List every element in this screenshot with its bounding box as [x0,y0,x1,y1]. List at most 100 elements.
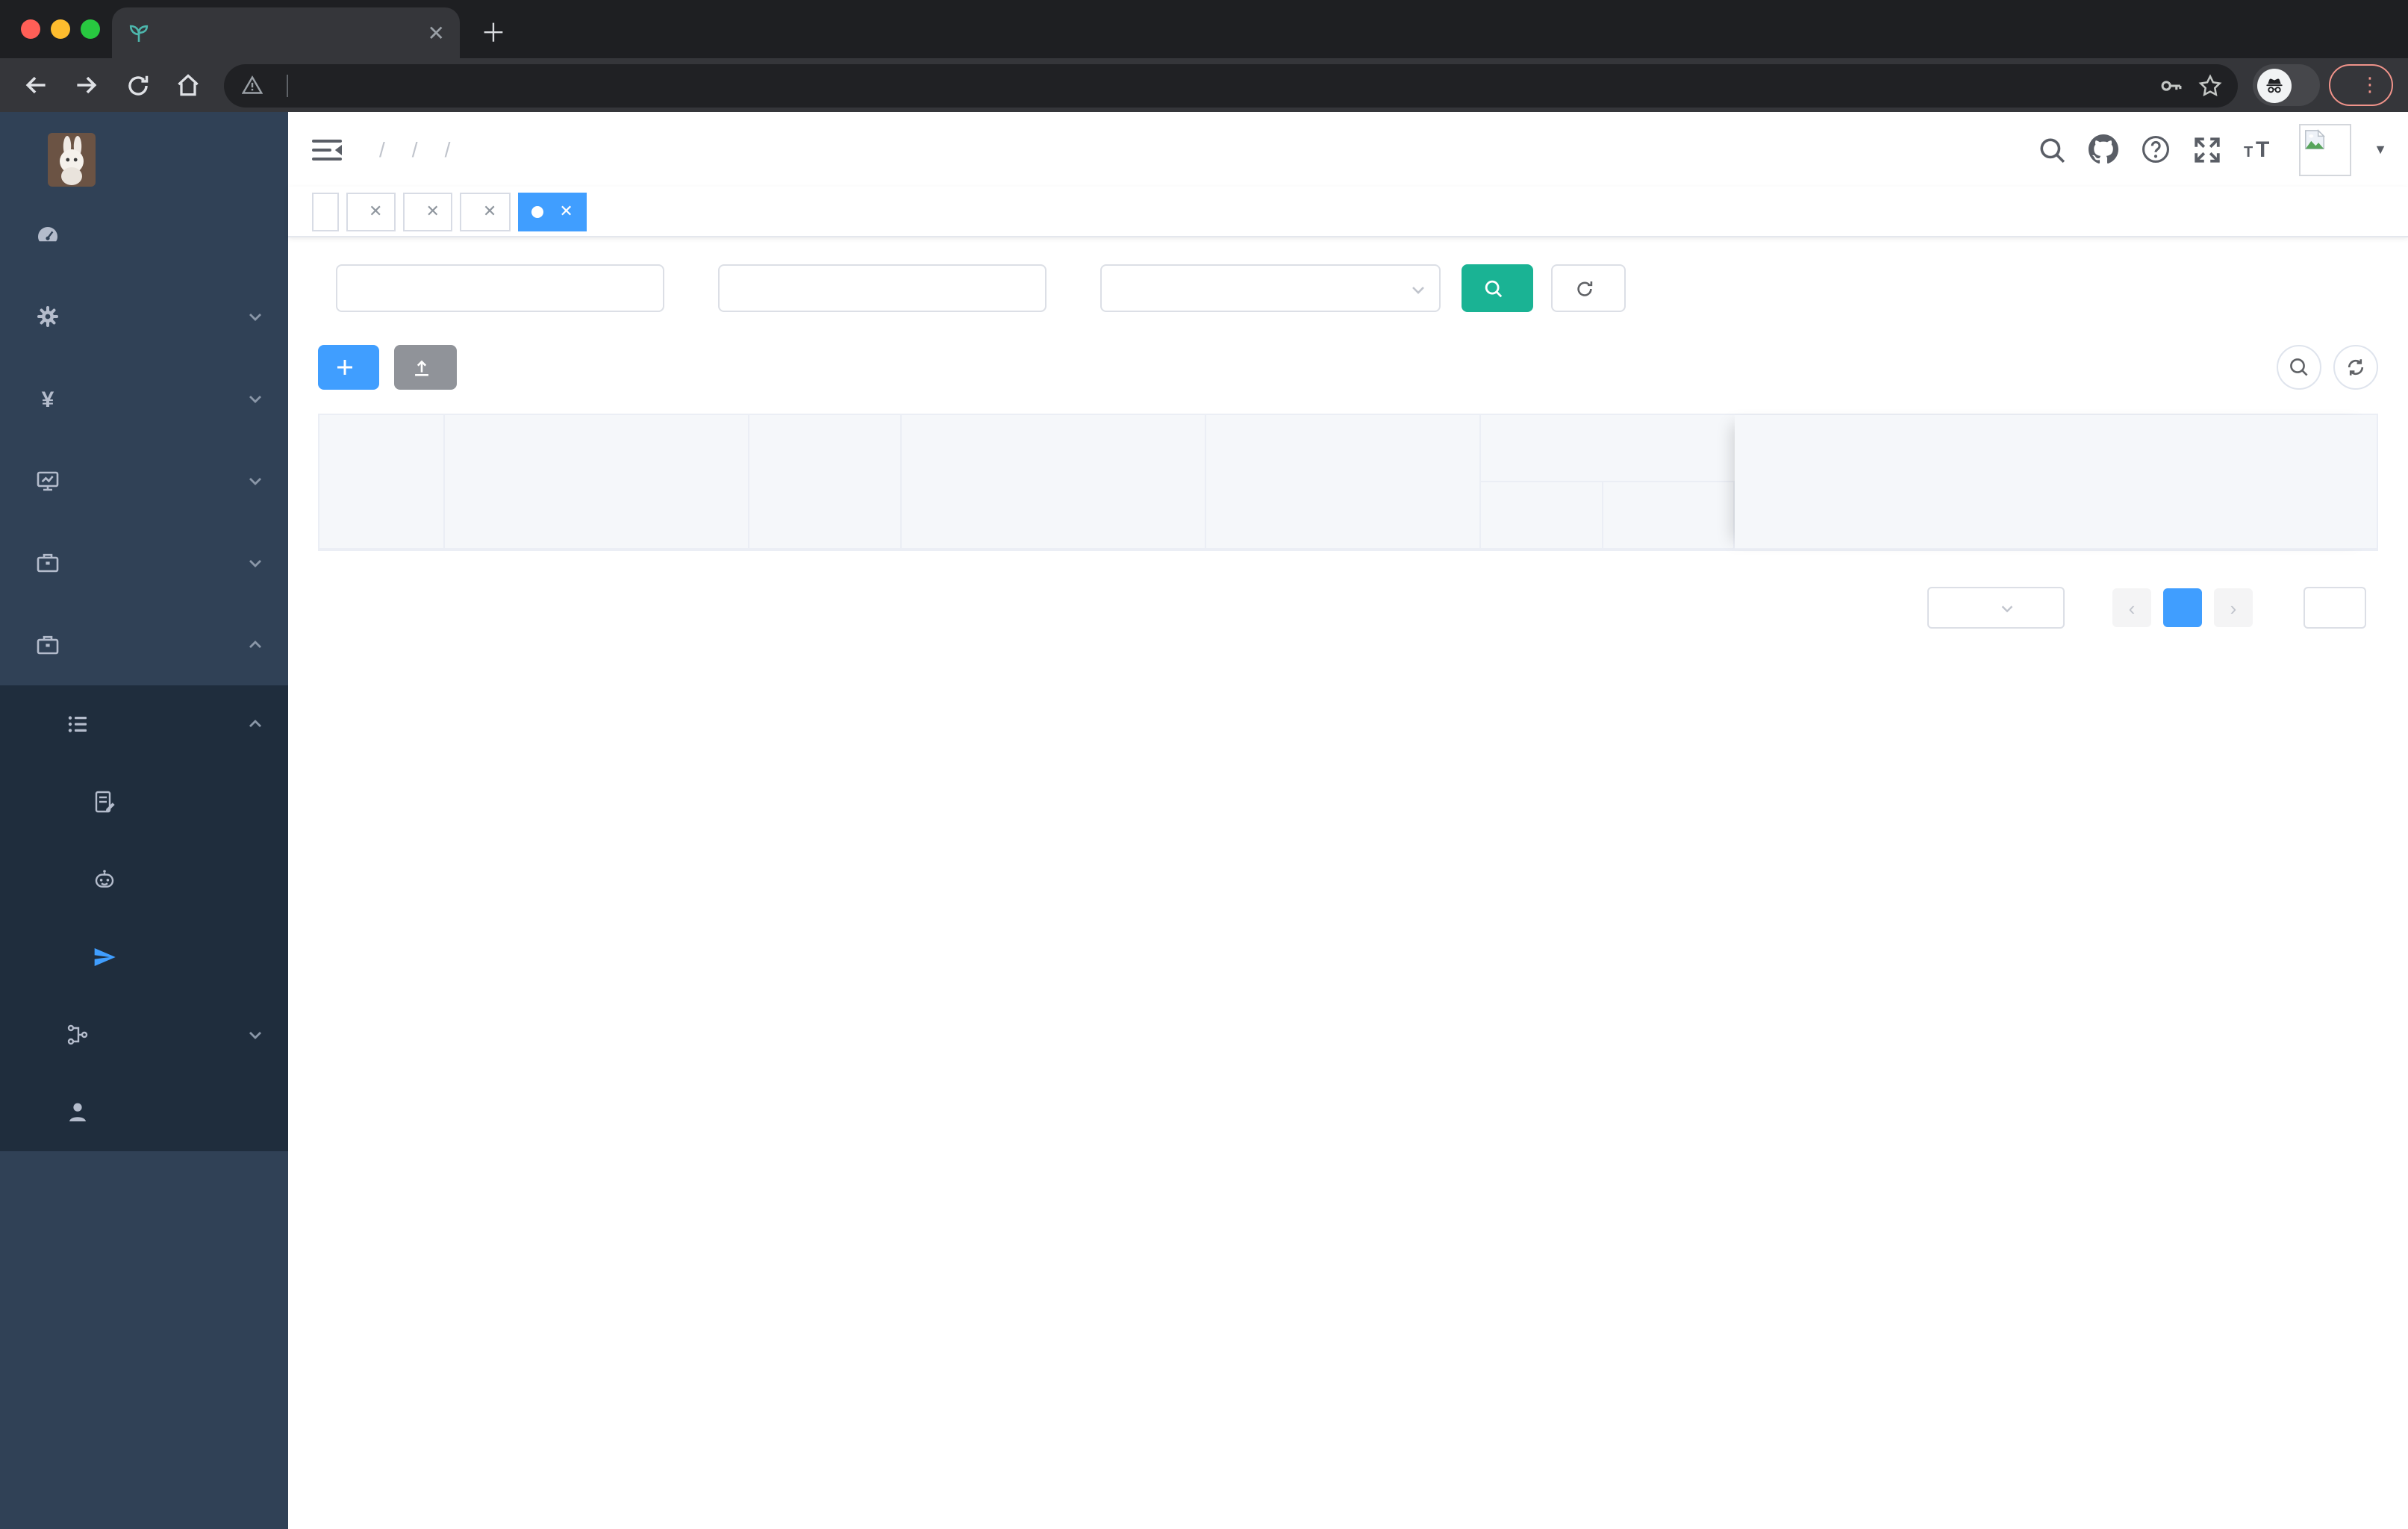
show-search-icon[interactable] [2277,345,2321,390]
toolbox-icon [36,550,60,574]
new-tab-button[interactable]: ＋ [481,12,506,49]
operations-column [1735,415,2377,549]
sidebar-item-task-management[interactable] [0,996,288,1074]
tag-process-form[interactable]: ✕ [460,192,511,231]
form-edit-icon [93,790,116,814]
pagination: ‹ › [318,587,2378,629]
person-icon [66,1100,90,1124]
reset-button[interactable] [1551,264,1626,312]
page-content: ‹ › [288,237,2408,629]
help-icon[interactable] [2141,134,2171,164]
fullscreen-icon[interactable] [2193,135,2221,164]
browser-menu-icon[interactable]: ⋮ [2360,73,2380,97]
sidebar-item-leave-query[interactable] [0,1074,288,1151]
main-area: / / / T T ▼ ✕ ✕ ✕ ✕ ‹ › [288,112,2408,1529]
process-key-input[interactable] [336,264,664,312]
browser-tab[interactable]: ✕ [112,7,460,58]
sidebar-item-system[interactable] [0,275,288,357]
chevron-down-icon [246,1026,264,1044]
sidebar-item-devtools[interactable] [0,521,288,603]
back-icon[interactable] [15,64,57,106]
refresh-icon[interactable] [2333,345,2378,390]
search-button[interactable] [1462,264,1533,312]
workflow-submenu [0,685,288,1151]
close-icon[interactable]: ✕ [425,202,439,221]
tags-view: ✕ ✕ ✕ ✕ [288,187,2408,237]
sidebar-item-infrastructure[interactable] [0,439,288,521]
next-page-button[interactable]: › [2214,588,2253,627]
page-jumper [2292,587,2378,629]
sidebar-item-payment[interactable]: ¥ [0,357,288,439]
favicon-plant-icon [127,21,151,45]
sidebar-logo[interactable] [0,112,288,193]
font-size-icon[interactable]: TT [2244,136,2277,163]
briefcase-icon [36,632,60,656]
sidebar-item-home[interactable] [0,193,288,275]
active-dot [531,205,543,217]
tree-icon [66,1023,90,1047]
col-header-version [1481,482,1603,549]
col-header-category [749,415,902,549]
close-icon[interactable]: ✕ [559,202,573,221]
chevron-down-icon [246,389,264,407]
maximize-window-button[interactable] [81,19,100,39]
browser-update-button[interactable]: ⋮ [2329,64,2393,106]
password-key-icon[interactable] [2151,66,2190,105]
avatar[interactable] [2299,123,2352,175]
process-name-input[interactable] [718,264,1047,312]
table-toolbar [318,345,2378,390]
address-bar[interactable] [224,63,2238,107]
tag-process-model[interactable]: ✕ [517,192,587,231]
tag-tenant[interactable]: ✕ [346,192,396,231]
bookmark-star-icon[interactable] [2190,66,2229,105]
browser-titlebar: ✕ ＋ [0,0,2408,58]
tag-home[interactable] [312,192,339,231]
close-window-button[interactable] [21,19,40,39]
filter-form [318,264,2378,312]
col-header-active [1603,482,1735,549]
security-status[interactable] [242,75,272,96]
sidebar-item-process-management[interactable] [0,685,288,763]
home-icon[interactable] [167,64,209,106]
sidebar-item-user-group[interactable] [0,841,288,918]
sidebar-item-process-form[interactable] [0,763,288,841]
chevron-down-icon [246,307,264,325]
category-select-input[interactable] [1100,264,1441,312]
sidebar-menu: ¥ [0,193,288,1151]
app-window: ¥ / / / T T ▼ ✕ ✕ ✕ ✕ ‹ › [0,112,2408,1529]
incognito-badge [2253,64,2320,106]
browser-toolbar: ⋮ [0,58,2408,112]
sidebar-item-process-model[interactable] [0,918,288,996]
chevron-up-icon [246,635,264,653]
close-icon[interactable]: ✕ [483,202,496,221]
reload-icon[interactable] [116,64,158,106]
import-process-button[interactable] [394,345,457,390]
screen: ✕ ＋ ⋮ ¥ / / / T T ▼ ✕ ✕ ✕ ✕ ‹ › [0,0,2408,1529]
create-process-button[interactable] [318,345,379,390]
chevron-down-icon [246,553,264,571]
sidebar-item-workflow[interactable] [0,603,288,685]
search-icon[interactable] [2038,135,2066,164]
tag-my-process[interactable]: ✕ [403,192,453,231]
window-controls [21,19,100,39]
category-select[interactable] [1100,264,1441,312]
col-header-key [319,415,445,549]
forward-icon[interactable] [66,64,107,106]
current-page[interactable] [2163,588,2202,627]
goto-page-input[interactable] [2303,587,2366,629]
close-tab-icon[interactable]: ✕ [428,20,445,46]
caret-down-icon[interactable]: ▼ [2374,142,2387,157]
collapse-sidebar-icon[interactable] [312,137,342,162]
minimize-window-button[interactable] [51,19,70,39]
process-model-table [318,414,2378,551]
github-icon[interactable] [2089,134,2119,164]
close-icon[interactable]: ✕ [369,202,382,221]
yen-icon: ¥ [36,386,60,411]
table-tools [2277,345,2378,390]
col-header-form [902,415,1206,549]
prev-page-button[interactable]: ‹ [2112,588,2151,627]
page-size-select[interactable] [1927,587,2065,629]
warning-icon [242,75,263,96]
svg-text:T: T [2244,144,2253,161]
top-navbar: / / / T T ▼ [288,112,2408,187]
